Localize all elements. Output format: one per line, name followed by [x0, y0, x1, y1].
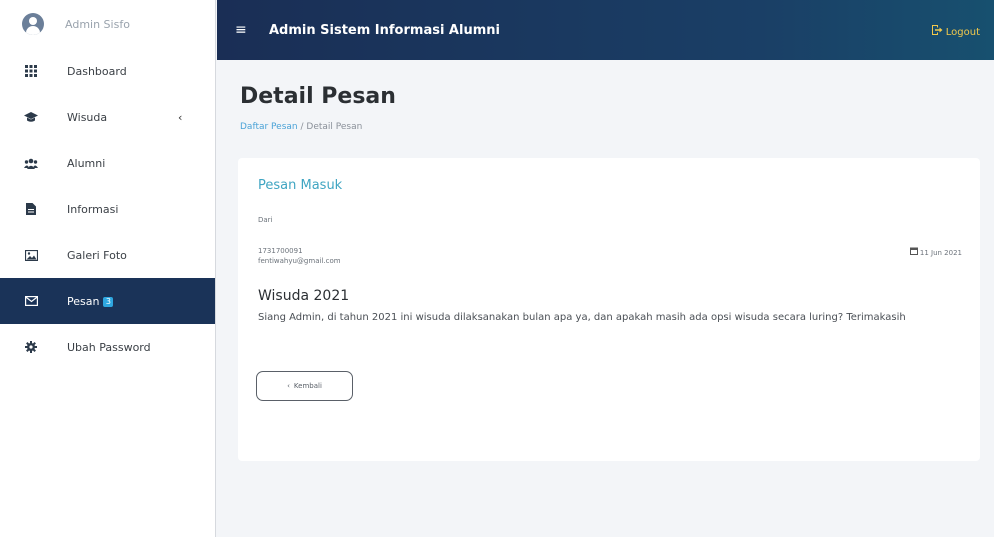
logout-label: Logout	[945, 26, 980, 38]
message-body: Siang Admin, di tahun 2021 ini wisuda di…	[258, 312, 906, 323]
sidebar-item-ubah-password[interactable]: Ubah Password	[0, 324, 215, 370]
sidebar-item-label: Ubah Password	[67, 340, 151, 354]
sidebar-item-label: Pesan 3	[67, 294, 114, 308]
sidebar-item-label: Informasi	[67, 202, 119, 216]
envelope-icon	[24, 296, 38, 306]
breadcrumb-link-daftar-pesan[interactable]: Daftar Pesan	[240, 122, 298, 132]
logout-button[interactable]: Logout	[931, 24, 980, 40]
sidebar-item-label: Wisuda	[67, 110, 108, 124]
page-title: Detail Pesan	[240, 84, 396, 109]
sidebar-item-pesan[interactable]: Pesan 3	[0, 278, 215, 324]
graduation-cap-icon	[24, 111, 38, 123]
sidebar: Admin Sisfo Dashboard Wisuda ‹ Alumni In…	[0, 0, 216, 537]
message-date: 11 Jun 2021	[909, 247, 962, 258]
unread-count-badge: 3	[103, 296, 114, 307]
message-card: Pesan Masuk Dari 1731700091 fentiwahyu@g…	[238, 158, 980, 461]
sign-out-icon	[931, 24, 943, 40]
sidebar-item-informasi[interactable]: Informasi	[0, 186, 215, 232]
sidebar-item-label: Dashboard	[67, 64, 127, 78]
sidebar-item-label: Galeri Foto	[67, 248, 127, 262]
message-date-text: 11 Jun 2021	[919, 248, 962, 257]
gear-icon	[24, 341, 38, 353]
breadcrumb: Daftar Pesan / Detail Pesan	[240, 122, 362, 132]
brand-name: Admin Sisfo	[65, 17, 130, 31]
sidebar-menu: Dashboard Wisuda ‹ Alumni Informasi Gale…	[0, 48, 215, 370]
card-title: Pesan Masuk	[258, 178, 343, 193]
topbar: ≡ Admin Sistem Informasi Alumni Logout	[217, 0, 994, 60]
sidebar-item-label-text: Pesan	[67, 294, 100, 308]
back-button-label: Kembali	[293, 382, 322, 390]
app-title: Admin Sistem Informasi Alumni	[269, 22, 500, 38]
sender-email: fentiwahyu@gmail.com	[258, 257, 341, 265]
chevron-left-icon[interactable]: ‹	[178, 111, 182, 124]
sidebar-item-galeri-foto[interactable]: Galeri Foto	[0, 232, 215, 278]
sidebar-item-alumni[interactable]: Alumni	[0, 140, 215, 186]
sidebar-item-dashboard[interactable]: Dashboard	[0, 48, 215, 94]
from-label: Dari	[258, 216, 273, 224]
sidebar-item-wisuda[interactable]: Wisuda ‹	[0, 94, 215, 140]
brand[interactable]: Admin Sisfo	[0, 0, 215, 48]
file-icon	[24, 203, 38, 215]
sidebar-item-label: Alumni	[67, 156, 106, 170]
chevron-left-icon: ‹	[287, 382, 290, 390]
avatar-icon	[22, 13, 44, 35]
image-icon	[24, 249, 38, 261]
breadcrumb-current: Detail Pesan	[306, 122, 363, 132]
hamburger-menu-icon[interactable]: ≡	[235, 22, 249, 38]
calendar-icon	[909, 247, 918, 258]
grid-icon	[24, 65, 38, 77]
back-button[interactable]: ‹ Kembali	[256, 371, 353, 401]
sender-id: 1731700091	[258, 247, 303, 255]
users-icon	[24, 158, 38, 169]
message-subject: Wisuda 2021	[258, 288, 350, 304]
